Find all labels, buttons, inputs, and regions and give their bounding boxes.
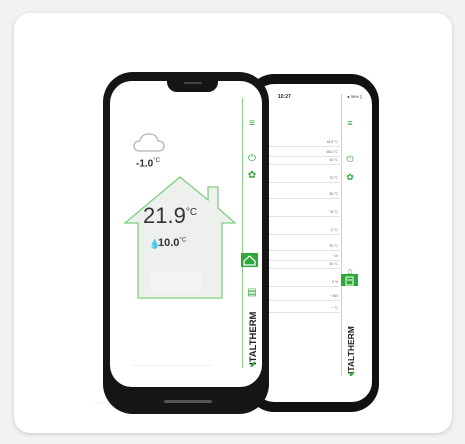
front-screen: ≡ ⏻ ✿ ▤ ITALTHERM -1.0°C 21.9°C 💧 10.0°C [110,81,262,387]
menu-icon[interactable]: ≡ [345,118,355,128]
brand-logo: ITALTHERM [243,287,261,368]
power-icon[interactable]: ⏻ [345,154,355,164]
home-indicator [164,400,212,403]
status-time: 10:27 [278,94,291,100]
list-value: 80 °C [329,192,338,196]
list-value: ~ °C [331,306,338,310]
gear-icon[interactable]: ✿ [345,172,355,182]
divider [132,365,212,366]
list-value: 78 °C [329,210,338,214]
list-value: 70 °C [329,176,338,180]
outdoor-temp: -1.0°C [136,158,160,170]
list-icon [345,276,354,286]
list-value: 81 °C [329,262,338,266]
list-value: 68.0 °C [326,150,338,154]
brand-text: ITALTHERM [248,311,259,365]
list-value: 91 °C [329,244,338,248]
power-icon[interactable]: ⏻ [246,153,258,165]
list-value: 64 °C [329,158,338,162]
brand-text: ITALTHERM [346,326,356,374]
list-value: -0 °C [330,228,338,232]
notch [167,78,218,92]
list-tab-active[interactable] [341,274,358,286]
room-temp: 21.9°C [143,203,198,228]
cloud-icon [133,133,165,152]
list-value: 0 % [332,280,338,284]
list-value: ~10 [332,254,338,258]
gear-icon[interactable]: ✿ [246,170,258,182]
brand-logo: ITALTHERM [340,316,360,377]
setpoint-temp: 10.0°C [158,237,187,249]
back-screen: 10:27 ● 39% ▯ 18.5 °C 68.0 °C 64 °C 70 °C 80… [254,84,372,402]
home-tab-active[interactable] [241,253,258,267]
list-value: 18.5 °C [326,140,338,144]
home-icon[interactable] [242,271,254,283]
menu-icon[interactable]: ≡ [246,118,258,130]
info-panel [150,271,202,293]
list-value: ~ 960 [329,294,338,298]
speaker [184,82,202,84]
